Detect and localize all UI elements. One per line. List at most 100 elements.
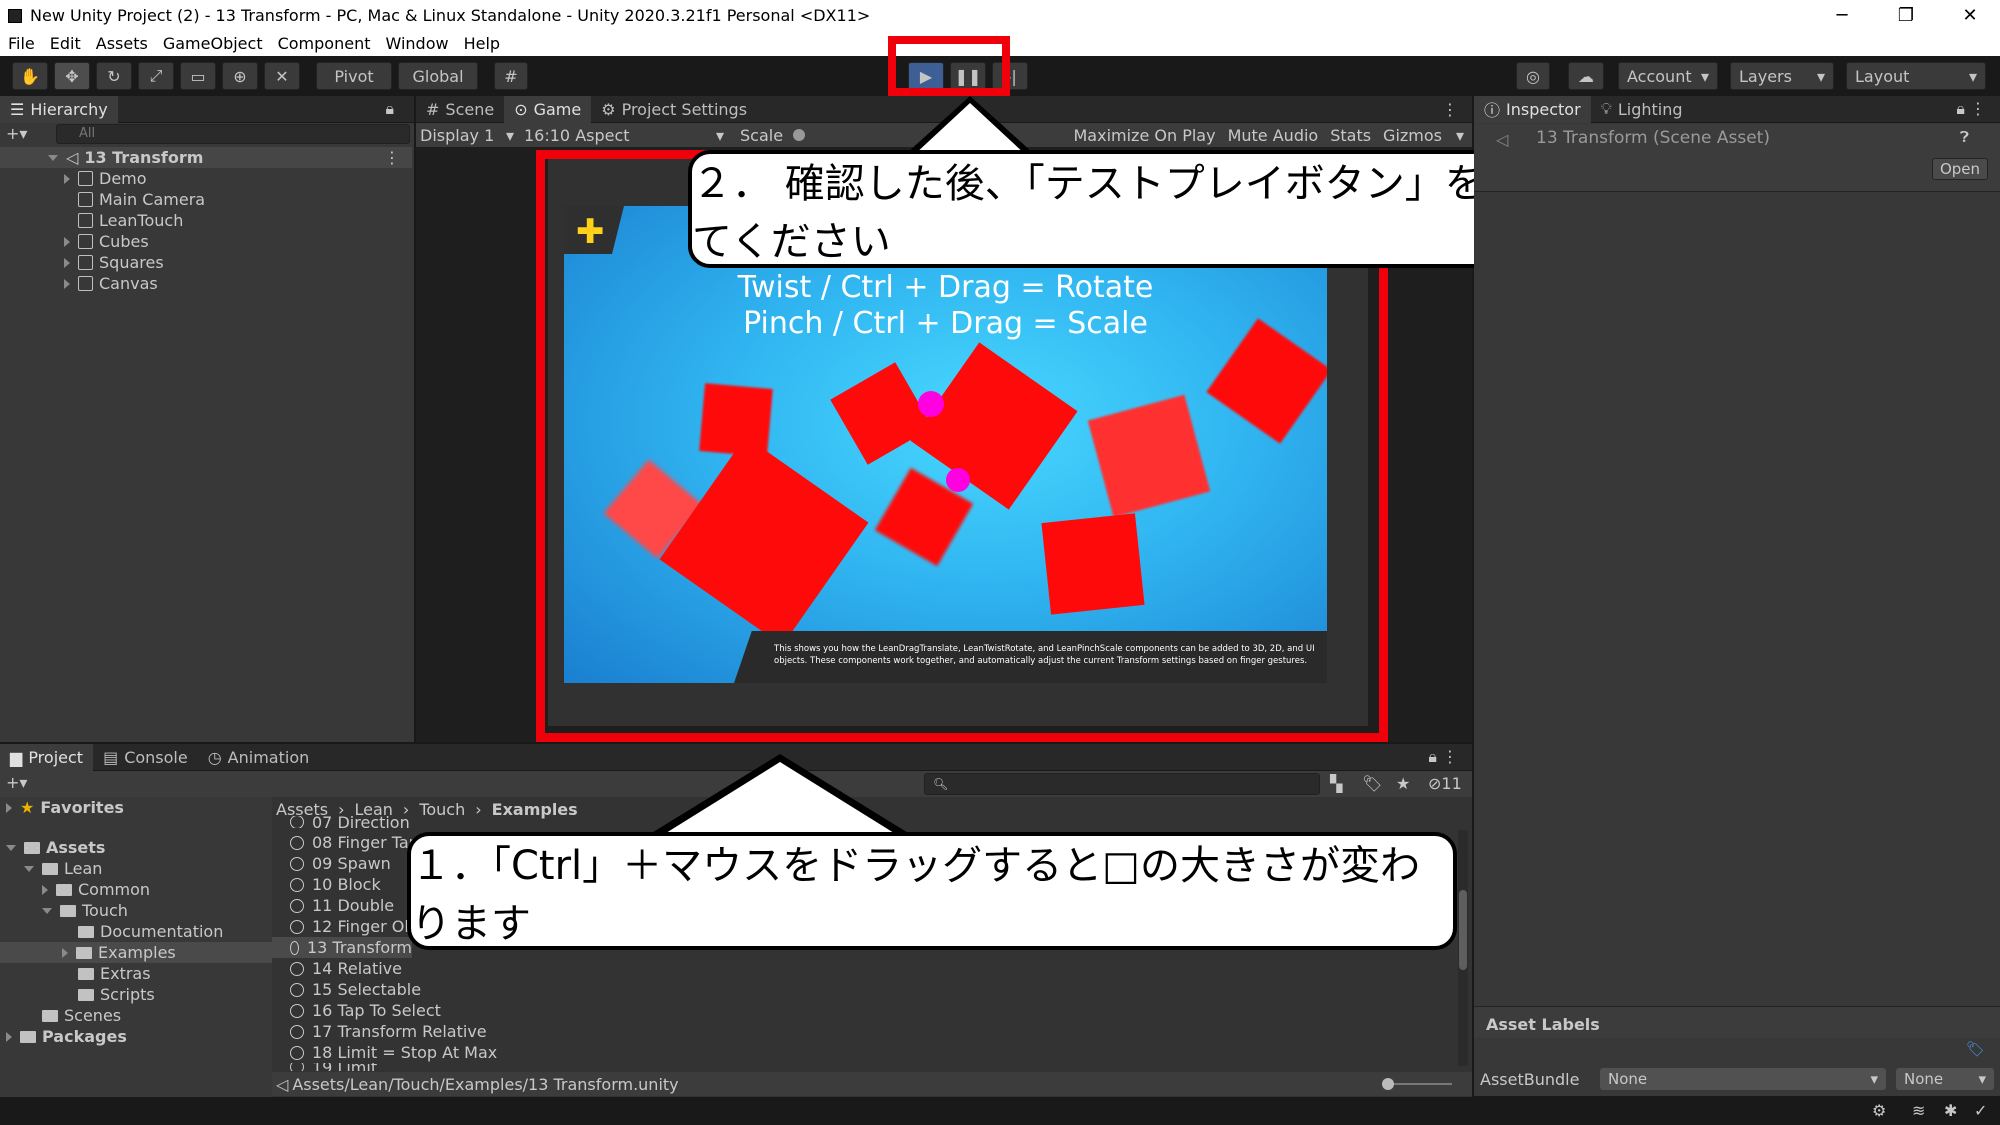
folder-extras[interactable]: Extras — [78, 963, 151, 984]
folder-documentation[interactable]: Documentation — [78, 921, 223, 942]
list-item[interactable]: 09 Spawn — [290, 853, 391, 874]
panel-menu-icon[interactable]: ⋮ — [1442, 100, 1458, 119]
scale-slider[interactable]: Scale — [730, 126, 850, 145]
expand-icon[interactable] — [24, 865, 34, 872]
move-tool-icon[interactable]: ✥ — [54, 62, 90, 90]
open-button[interactable]: Open — [1932, 158, 1988, 180]
assets-row[interactable]: Assets — [6, 837, 105, 858]
tab-inspector[interactable]: ⓘ Inspector — [1474, 95, 1591, 123]
hierarchy-tab[interactable]: ☰ Hierarchy — [0, 95, 118, 123]
menu-component[interactable]: Component — [278, 34, 371, 53]
rotate-tool-icon[interactable]: ↻ — [96, 62, 132, 90]
project-search-input[interactable]: 🔍︎ — [924, 773, 1320, 795]
folder-examples[interactable]: Examples — [0, 942, 272, 963]
folder-touch[interactable]: Touch — [42, 900, 128, 921]
hierarchy-search-input[interactable]: All — [56, 124, 410, 144]
hierarchy-item-cubes[interactable]: Cubes — [0, 231, 412, 252]
list-item-selected[interactable]: 13 Transform — [272, 937, 412, 958]
menu-edit[interactable]: Edit — [50, 34, 81, 53]
list-item[interactable]: 17 Transform Relative — [290, 1021, 487, 1042]
list-item[interactable]: 12 Finger Old — [290, 916, 419, 937]
layers-status-icon[interactable]: ≋ — [1912, 1101, 1925, 1120]
chevron-down-icon[interactable]: ▾ — [1456, 126, 1464, 145]
hierarchy-item-leantouch[interactable]: LeanTouch — [0, 210, 412, 231]
maximize-on-play-toggle[interactable]: Maximize On Play — [1074, 126, 1216, 145]
tab-project-settings[interactable]: ⚙ Project Settings — [591, 96, 757, 123]
scene-menu-icon[interactable]: ⋮ — [384, 148, 400, 167]
scene-row[interactable]: ◁ 13 Transform ⋮ — [0, 147, 412, 168]
debug-icon[interactable]: ✱ — [1944, 1101, 1957, 1120]
layers-dropdown[interactable]: Layers ▾ — [1730, 62, 1834, 90]
lock-icon[interactable]: 🔒︎ ⋮ — [1956, 99, 1986, 119]
create-asset-button[interactable]: +▾ — [6, 773, 27, 792]
scale-slider-handle[interactable] — [793, 129, 806, 141]
folder-lean[interactable]: Lean — [24, 858, 102, 879]
breadcrumb-item[interactable]: Touch — [419, 800, 465, 819]
favorites-row[interactable]: ★ Favorites — [6, 797, 124, 818]
hierarchy-item-squares[interactable]: Squares — [0, 252, 412, 273]
hand-tool-icon[interactable]: ✋ — [12, 62, 48, 90]
tab-project[interactable]: ▆ Project — [0, 743, 94, 771]
tab-lighting[interactable]: 💡︎ Lighting — [1591, 96, 1693, 123]
game-screen[interactable]: ✚ Twist / Ctrl + Drag = Rotate Pinch / C… — [564, 206, 1327, 683]
tab-scene[interactable]: # Scene — [416, 96, 504, 123]
menu-gameobject[interactable]: GameObject — [163, 34, 263, 53]
expand-icon[interactable] — [6, 1031, 12, 1042]
tab-console[interactable]: ▤ Console — [93, 744, 198, 771]
red-cube[interactable] — [699, 383, 773, 457]
list-item[interactable]: 08 Finger Tap — [290, 832, 419, 853]
check-icon[interactable]: ✓ — [1974, 1101, 1987, 1120]
red-cube[interactable] — [659, 436, 869, 646]
folder-scenes[interactable]: Scenes — [42, 1005, 121, 1026]
menu-assets[interactable]: Assets — [96, 34, 148, 53]
file-list-scrollbar[interactable] — [1458, 830, 1468, 1066]
filter-label-icon[interactable]: 🏷︎ — [1362, 774, 1382, 793]
global-toggle[interactable]: Global — [398, 62, 478, 90]
expand-icon[interactable] — [64, 236, 70, 247]
assetbundle-dropdown[interactable]: None ▾ — [1600, 1068, 1886, 1090]
transform-tool-icon[interactable]: ⊕ — [222, 62, 258, 90]
folder-scripts[interactable]: Scripts — [78, 984, 155, 1005]
scrollbar-thumb[interactable] — [1459, 890, 1467, 970]
list-item[interactable]: 16 Tap To Select — [290, 1000, 441, 1021]
bug-icon[interactable]: ⚙ — [1872, 1101, 1886, 1120]
close-button[interactable]: ✕ — [1940, 0, 2000, 31]
list-item[interactable]: 07 Direction — [290, 816, 410, 828]
list-item[interactable]: 19 Limit ... — [290, 1063, 397, 1071]
minimize-button[interactable]: ─ — [1812, 0, 1872, 31]
collab-icon[interactable]: ◎ — [1516, 62, 1550, 90]
expand-icon[interactable] — [64, 278, 70, 289]
hierarchy-item-canvas[interactable]: Canvas — [0, 273, 412, 294]
lock-icon[interactable]: 🔒︎ ⋮ — [1428, 747, 1458, 767]
tag-icon[interactable]: 🏷︎ — [1966, 1040, 1985, 1058]
add-object-button[interactable]: +▾ — [6, 124, 46, 144]
menu-help[interactable]: Help — [464, 34, 500, 53]
lock-icon[interactable]: 🔒︎ — [385, 99, 394, 119]
tab-game[interactable]: ⊙ Game — [504, 95, 592, 123]
expand-icon[interactable] — [42, 907, 52, 914]
favorite-star-icon[interactable]: ★ — [1396, 774, 1410, 793]
list-item[interactable]: 14 Relative — [290, 958, 402, 979]
expand-icon[interactable] — [48, 154, 58, 161]
layout-dropdown[interactable]: Layout ▾ — [1846, 62, 1986, 90]
folder-common[interactable]: Common — [42, 879, 150, 900]
list-item[interactable]: 11 Double — [290, 895, 394, 916]
hidden-packages-toggle[interactable]: ⊘ 11 — [1428, 774, 1462, 793]
menu-file[interactable]: File — [8, 34, 35, 53]
mute-audio-toggle[interactable]: Mute Audio — [1228, 126, 1319, 145]
gizmos-toggle[interactable]: Gizmos — [1383, 126, 1442, 145]
help-icon[interactable]: ❓︎ — [1960, 128, 1969, 146]
list-item[interactable]: 10 Block — [290, 874, 381, 895]
rect-tool-icon[interactable]: ▭ — [180, 62, 216, 90]
red-cube[interactable] — [1041, 513, 1145, 615]
variant-dropdown[interactable]: None ▾ — [1896, 1068, 1994, 1090]
expand-icon[interactable] — [6, 844, 16, 851]
tab-animation[interactable]: ◷ Animation — [198, 744, 320, 771]
custom-tool-icon[interactable]: ✕ — [264, 62, 300, 90]
red-cube[interactable] — [1087, 394, 1211, 518]
zoom-slider-handle[interactable] — [1382, 1078, 1394, 1090]
packages-row[interactable]: Packages — [6, 1026, 127, 1047]
restore-button[interactable]: ❐ — [1876, 0, 1936, 31]
filter-type-icon[interactable]: ▚ — [1330, 774, 1342, 793]
stats-toggle[interactable]: Stats — [1330, 126, 1371, 145]
